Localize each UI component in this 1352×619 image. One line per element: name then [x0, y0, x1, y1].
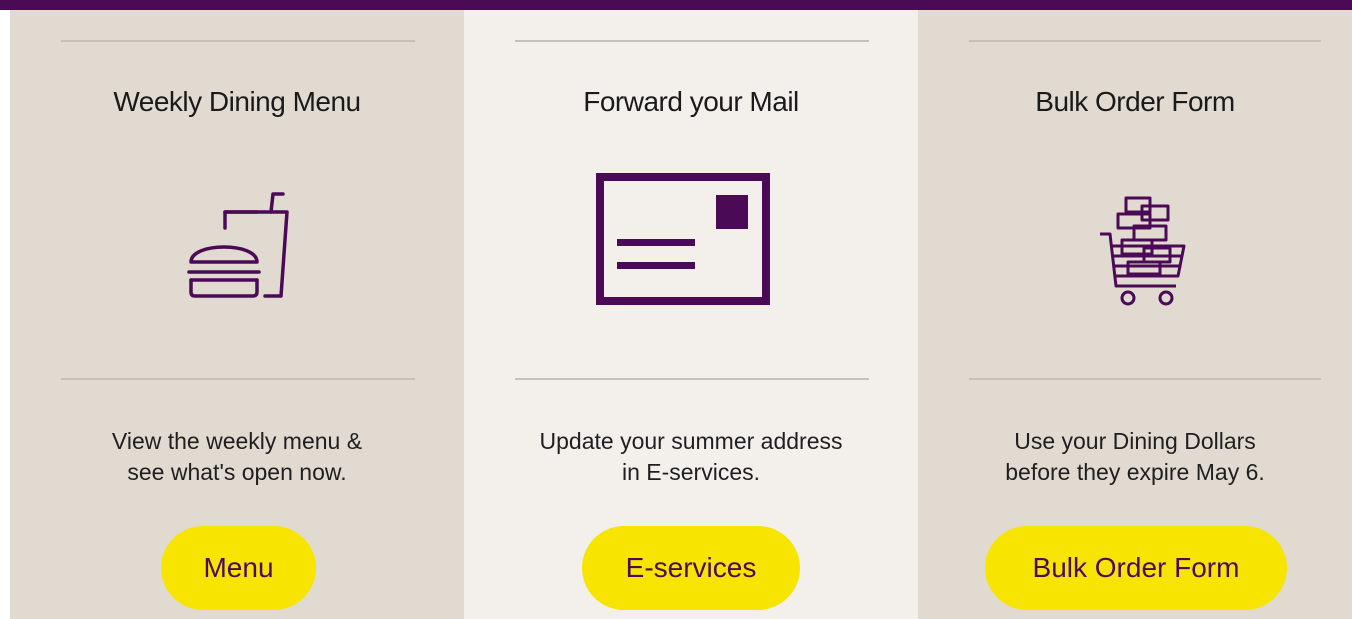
card-description: Update your summer address in E-services… — [464, 426, 918, 488]
divider — [515, 40, 869, 42]
description-line: see what's open now. — [127, 459, 347, 485]
card-forward-mail: Forward your Mail Update your summer add… — [464, 10, 918, 619]
menu-button[interactable]: Menu — [161, 526, 316, 610]
top-brand-bar — [0, 0, 1352, 10]
card-bulk-order-form: Bulk Order Form Use your Dining Dollars … — [918, 10, 1352, 619]
description-line: before they expire May 6. — [1005, 459, 1265, 485]
card-weekly-dining-menu: Weekly Dining Menu View the weekly menu … — [10, 10, 464, 619]
burger-and-drink-icon — [185, 192, 295, 300]
description-line: in E-services. — [621, 459, 761, 485]
e-services-button[interactable]: E-services — [582, 526, 800, 610]
divider — [515, 378, 869, 380]
shopping-cart-boxes-icon — [1098, 196, 1190, 314]
card-description: Use your Dining Dollars before they expi… — [918, 426, 1352, 488]
divider — [969, 40, 1321, 42]
card-title: Bulk Order Form — [1035, 86, 1235, 117]
card-title: Forward your Mail — [583, 86, 799, 117]
bulk-order-form-button[interactable]: Bulk Order Form — [985, 526, 1287, 610]
divider — [969, 378, 1321, 380]
description-line: Update your summer address — [539, 428, 843, 454]
promo-cards: Weekly Dining Menu View the weekly menu … — [10, 10, 1352, 619]
description-line: View the weekly menu & — [111, 428, 363, 454]
postcard-icon — [596, 173, 770, 305]
divider — [61, 40, 415, 42]
card-description: View the weekly menu & see what's open n… — [10, 426, 464, 488]
description-line: Use your Dining Dollars — [1014, 428, 1256, 454]
card-title: Weekly Dining Menu — [113, 86, 361, 117]
divider — [61, 378, 415, 380]
